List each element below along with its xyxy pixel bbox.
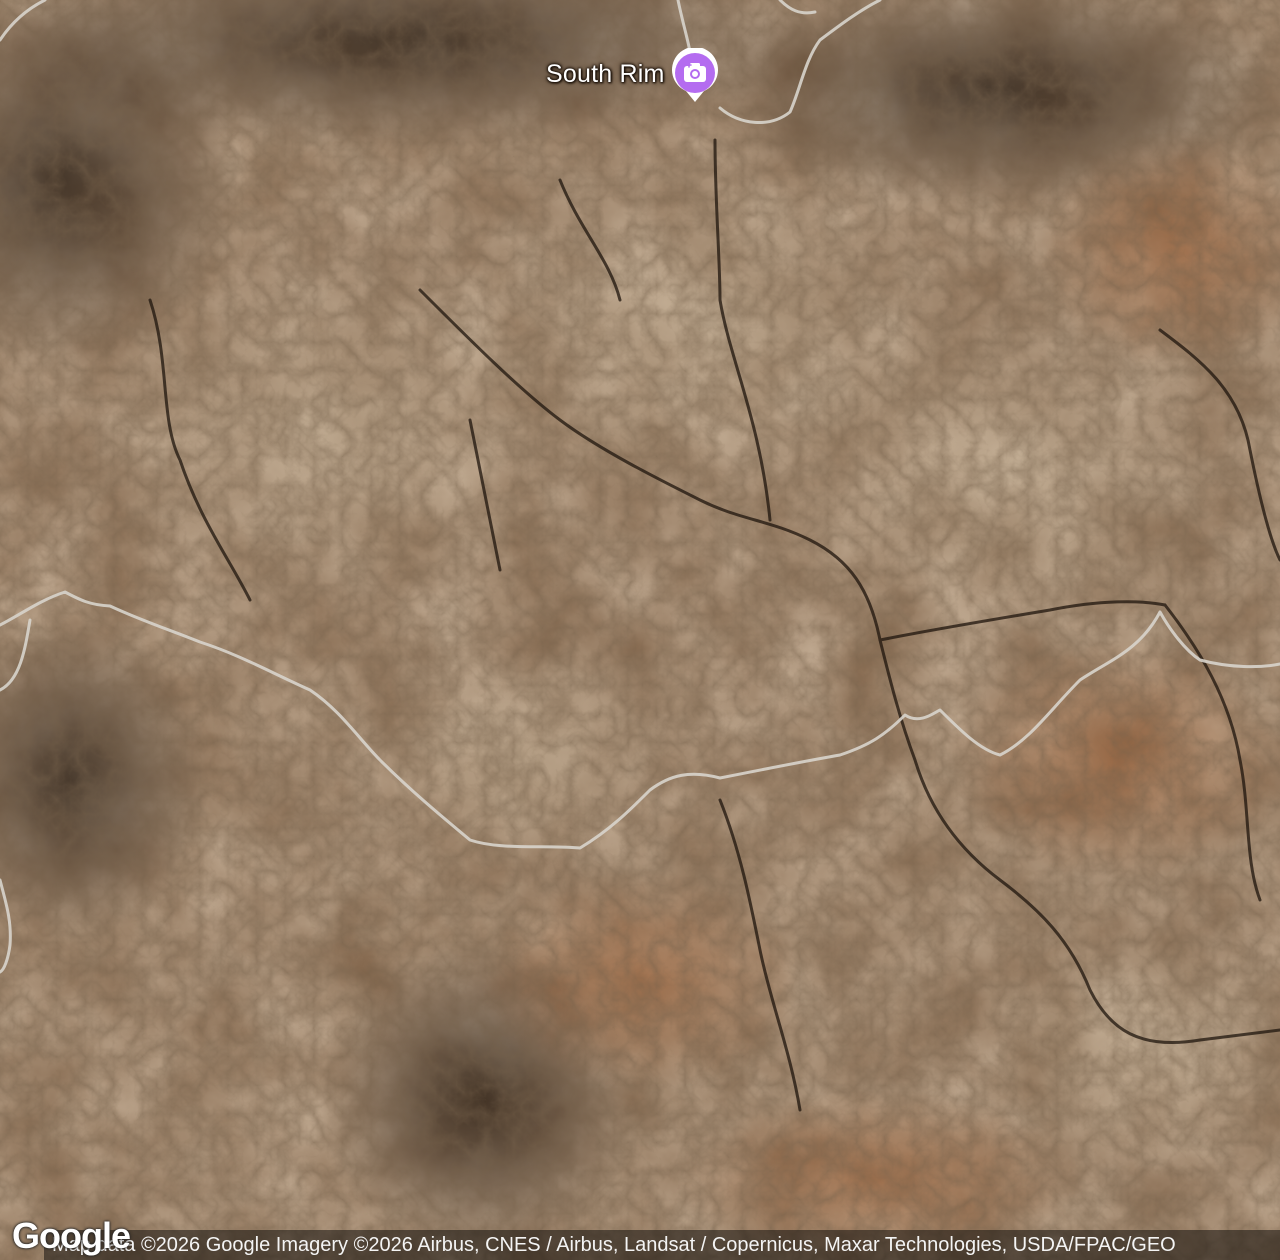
poi-label[interactable]: South Rim bbox=[546, 60, 671, 89]
google-logo: Google bbox=[12, 1215, 131, 1256]
map-attribution: Map data ©2026 Google Imagery ©2026 Airb… bbox=[44, 1230, 1280, 1260]
camera-icon[interactable] bbox=[671, 48, 719, 104]
poi-marker-south-rim[interactable]: South Rim bbox=[546, 48, 719, 104]
satellite-map[interactable]: South Rim Map data ©2026 Google Imagery … bbox=[0, 0, 1280, 1260]
terrain-imagery bbox=[0, 0, 1280, 1260]
